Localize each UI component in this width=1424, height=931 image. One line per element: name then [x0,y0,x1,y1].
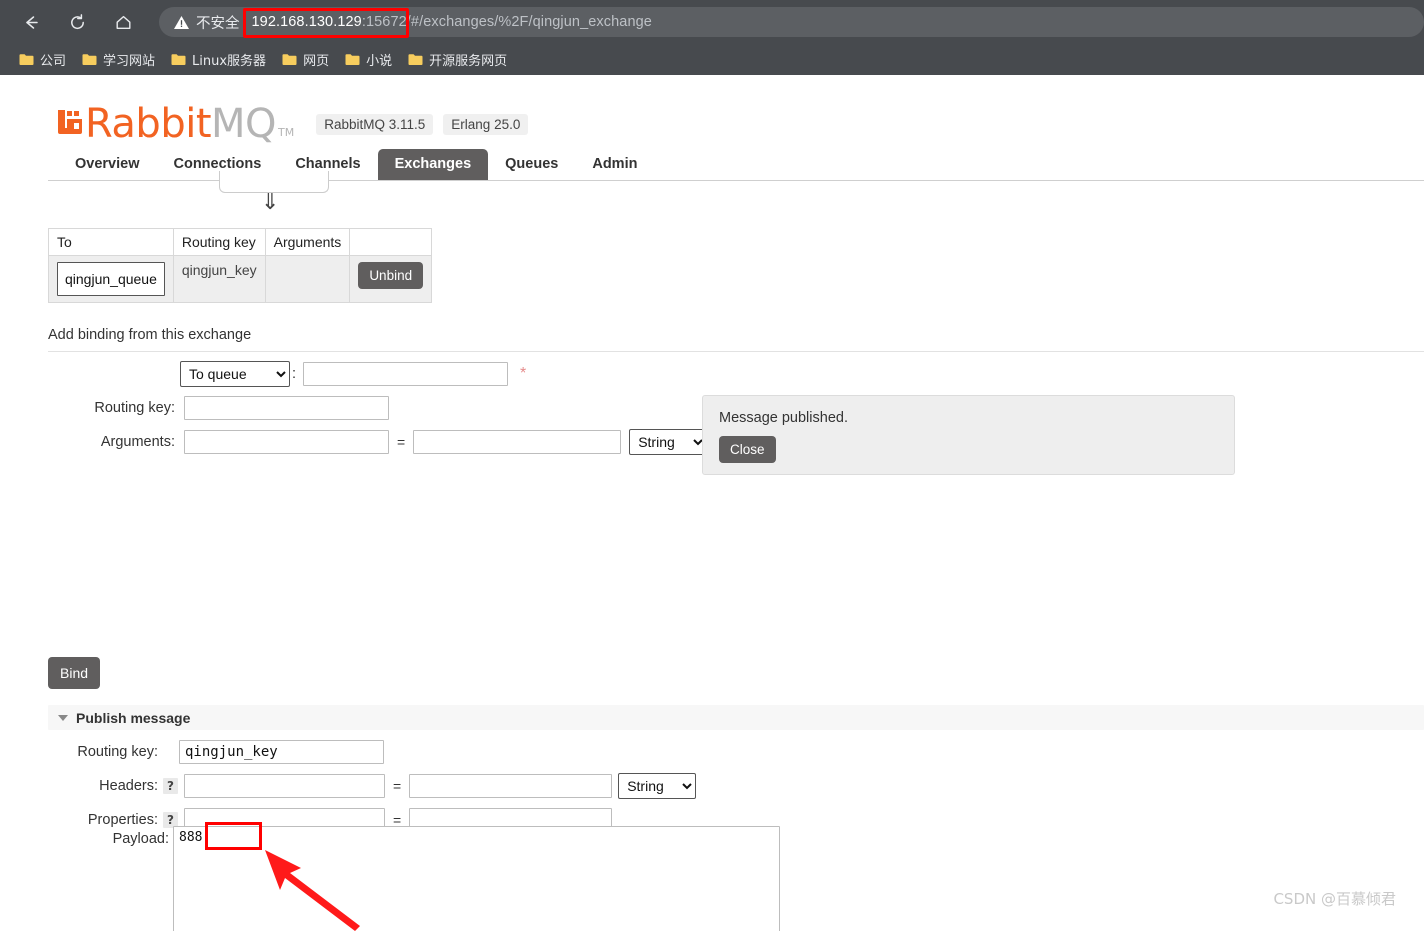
binding-action-cell: Unbind [349,255,433,303]
folder-icon [345,53,360,66]
folder-icon [171,53,186,66]
publish-routing-key-row: Routing key: [48,740,696,764]
url-path: :15672/#/exchanges/%2F/qingjun_exchange [361,14,652,30]
back-button[interactable] [15,5,47,39]
tab-exchanges[interactable]: Exchanges [377,149,489,180]
table-row: qingjun_queue qingjun_key Unbind [48,255,433,303]
publish-message-title: Publish message [76,709,191,726]
binding-routing-key-label: Routing key: [94,400,175,416]
equals-sign: = [397,434,406,450]
tab-admin[interactable]: Admin [575,149,654,180]
bookmark-label: 公司 [40,54,67,69]
watermark-text: CSDN @百慕倾君 [1273,890,1396,908]
browser-toolbar: 不安全 192.168.130.129:15672/#/exchanges/%2… [0,0,1424,44]
divider [48,351,1424,352]
bookmark-item[interactable]: 公司 [12,47,73,72]
publish-payload-textarea[interactable]: 888 [173,826,780,931]
logo-mq-text: MQ [211,101,277,147]
bookmark-label: 开源服务网页 [429,54,508,69]
binding-destination-row: To queue : * [48,361,707,387]
publish-routing-key-input[interactable] [179,740,384,764]
publish-payload-label: Payload: [112,831,169,847]
publish-header-key-input[interactable] [184,774,385,798]
home-button[interactable] [108,5,140,39]
equals-sign: = [393,778,402,794]
colon-separator: : [292,366,297,382]
bookmark-item[interactable]: 网页 [275,47,336,72]
home-icon [114,13,133,32]
bookmark-label: 小说 [366,54,393,69]
logo-rabbit-text: Rabbit [85,101,212,147]
queue-link[interactable]: qingjun_queue [57,262,165,296]
reload-icon [68,13,87,32]
add-binding-form: To queue : * Routing key: Arguments: = S… [48,361,708,464]
address-bar[interactable]: 不安全 192.168.130.129:15672/#/exchanges/%2… [158,7,1424,37]
publish-header-value-input[interactable] [409,774,613,798]
binding-argument-key-input[interactable] [184,430,389,454]
column-header-routing-key: Routing key [172,228,266,256]
dialog-close-button[interactable]: Close [719,436,776,463]
dialog-message-text: Message published. [719,410,848,426]
binding-routing-key-row: Routing key: [48,396,707,420]
bookmark-label: 网页 [303,54,330,69]
browser-chrome: 不安全 192.168.130.129:15672/#/exchanges/%2… [0,0,1424,75]
column-header-to: To [48,228,174,256]
column-header-arguments: Arguments [264,228,351,256]
chevron-down-icon [58,714,68,721]
publish-message-section-header[interactable]: Publish message [48,705,1424,730]
bookmarks-bar: 公司 学习网站 Linux服务器 网页 小说 开源服务网页 [0,44,1424,75]
bookmark-label: Linux服务器 [192,54,267,69]
publish-header-type-select[interactable]: String [618,773,697,799]
bindings-table: To Routing key Arguments qingjun_queue q… [48,228,433,303]
bookmark-item[interactable]: 开源服务网页 [401,47,514,72]
bookmark-item[interactable]: 学习网站 [75,47,162,72]
publish-headers-label: Headers: [99,778,158,794]
binding-destination-cell: qingjun_queue [48,255,174,303]
binding-destination-type-select[interactable]: To queue [180,361,290,387]
reload-button[interactable] [61,5,93,39]
bind-button-container: Bind [48,657,101,689]
binding-destination-input[interactable] [303,362,509,386]
binding-arguments-row: Arguments: = String [48,429,708,455]
column-header-actions [349,228,433,256]
bindings-table-header-row: To Routing key Arguments [48,228,433,256]
folder-icon [82,53,97,66]
add-binding-title: Add binding from this exchange [48,327,252,343]
erlang-version-badge: Erlang 25.0 [443,113,529,135]
headers-help-icon[interactable]: ? [163,778,178,794]
url-host: 192.168.130.129 [251,14,362,30]
rabbitmq-logo-mark-icon [58,110,85,138]
warning-triangle-icon [173,14,190,31]
binding-arguments-cell [264,255,351,303]
folder-icon [19,53,34,66]
unbind-button[interactable]: Unbind [358,262,424,289]
bookmark-item[interactable]: 小说 [338,47,399,72]
bookmark-label: 学习网站 [103,54,156,69]
binding-argument-value-input[interactable] [413,430,622,454]
binding-argument-type-select[interactable]: String [629,429,708,455]
binding-down-arrow-icon: ⇓ [261,190,280,215]
binding-routing-key-input[interactable] [184,396,389,420]
publish-headers-row: Headers: ? = String [48,773,697,799]
security-warning-label: 不安全 [195,15,240,32]
publish-routing-key-label: Routing key: [77,744,158,760]
logo-tm-text: TM [278,126,295,139]
folder-icon [408,53,423,66]
required-marker: * [520,365,527,382]
bookmark-item[interactable]: Linux服务器 [164,47,273,72]
folder-icon [282,53,297,66]
binding-routing-key-cell: qingjun_key [172,255,266,303]
rabbitmq-management-page: Rabbit MQ TM RabbitMQ 3.11.5 Erlang 25.0… [0,75,1424,931]
app-header: Rabbit MQ TM RabbitMQ 3.11.5 Erlang 25.0 [48,75,1424,147]
bind-button[interactable]: Bind [48,657,101,689]
url-text: 192.168.130.129:15672/#/exchanges/%2F/qi… [251,14,651,30]
back-arrow-icon [22,13,41,32]
message-published-dialog: Message published. Close [702,395,1235,475]
tab-queues[interactable]: Queues [488,149,575,180]
binding-arguments-label: Arguments: [100,434,175,450]
tab-overview[interactable]: Overview [58,149,157,180]
rabbitmq-version-badge: RabbitMQ 3.11.5 [316,113,434,135]
publish-payload-row: Payload: 888 [48,826,780,931]
